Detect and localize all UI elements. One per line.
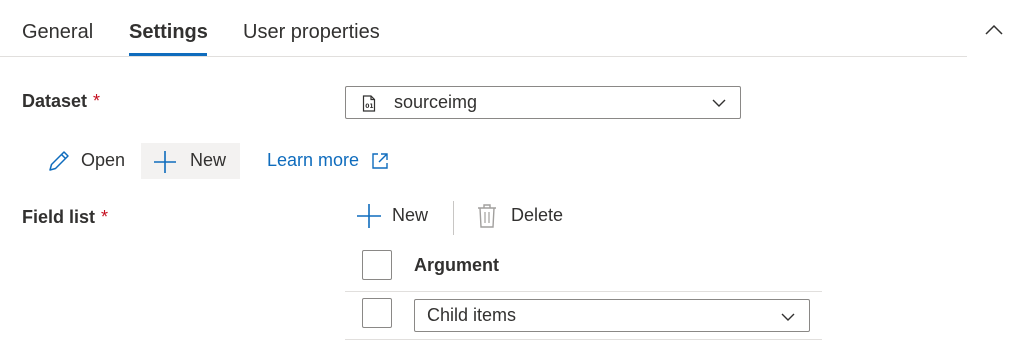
dataset-file-icon: 01 (362, 95, 376, 117)
required-indicator: * (101, 207, 109, 227)
argument-dropdown[interactable]: Child items (414, 299, 810, 332)
tab-general[interactable]: General (22, 18, 93, 46)
dataset-label-text: Dataset (22, 91, 88, 111)
pencil-icon (49, 151, 69, 171)
field-list-label: Field list * (22, 207, 108, 228)
trash-icon (478, 204, 496, 228)
required-indicator: * (93, 91, 101, 111)
add-field-button[interactable]: New (352, 200, 442, 232)
open-dataset-button[interactable]: Open (44, 144, 136, 178)
select-all-checkbox[interactable] (362, 250, 392, 280)
argument-column-header: Argument (414, 255, 499, 275)
delete-field-button[interactable]: Delete (470, 200, 580, 232)
chevron-down-icon (781, 313, 795, 321)
chevron-down-icon (712, 99, 726, 107)
learn-more-link[interactable]: Learn more (267, 150, 388, 171)
chevron-up-icon (985, 24, 1003, 35)
dataset-label: Dataset * (22, 91, 100, 112)
row-divider (345, 291, 822, 292)
field-list-label-text: Field list (22, 207, 96, 227)
dataset-dropdown[interactable]: 01 sourceimg (345, 86, 741, 119)
row-divider (345, 339, 822, 340)
tab-settings[interactable]: Settings (129, 18, 208, 46)
collapse-panel-button[interactable] (978, 14, 1010, 46)
delete-label: Delete (511, 205, 564, 225)
learn-more-text: Learn more (267, 150, 360, 170)
active-tab-indicator (129, 53, 207, 56)
open-label: Open (81, 150, 126, 170)
toolbar-divider (453, 201, 454, 235)
plus-icon (154, 151, 176, 173)
argument-value: Child items (427, 305, 517, 325)
tab-bar: General Settings User properties (0, 0, 967, 57)
new-dataset-button[interactable]: New (141, 143, 240, 179)
new-field-label: New (392, 205, 429, 225)
svg-text:01: 01 (365, 103, 373, 110)
plus-icon (357, 204, 381, 228)
new-label: New (190, 150, 227, 170)
external-link-icon (372, 153, 388, 169)
row-checkbox[interactable] (362, 298, 392, 328)
dataset-value: sourceimg (394, 92, 478, 112)
tab-user-properties[interactable]: User properties (243, 18, 380, 46)
